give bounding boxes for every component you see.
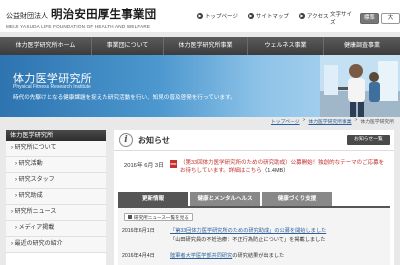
- news-title: お知らせ: [138, 136, 170, 145]
- top-link-sitemap[interactable]: ▶ サイトマップ: [247, 12, 289, 20]
- news-archive-button[interactable]: 研究所ニュース一覧を見る: [124, 213, 193, 221]
- news-archive-label: 研究所ニュース一覧を見る: [134, 214, 189, 220]
- arrow-right-icon: ▶: [197, 13, 203, 19]
- top-link-label: アクセス: [306, 14, 329, 20]
- info-icon: i: [119, 133, 133, 147]
- top-link-access[interactable]: ▶ アクセス: [298, 12, 329, 20]
- global-nav: 体力医学研究所ホーム 事業団について 体力医学研究所事業 ウェルネス事業 健康調…: [0, 37, 400, 55]
- breadcrumb-separator: >: [302, 118, 306, 123]
- main-content: i お知らせ お知らせ一覧 2016年 6月 3日 PDF （第33回体力医学研…: [114, 130, 394, 265]
- sidebar-item-about[interactable]: › 研究所について: [6, 141, 106, 157]
- sidebar-item-staff[interactable]: › 研究スタッフ: [6, 173, 106, 189]
- sidebar-item-media[interactable]: › メディア掲載: [6, 221, 106, 237]
- sidebar-item-label: 研究所ニュース: [14, 209, 57, 215]
- sidebar-item-research[interactable]: › 研究活動: [6, 157, 106, 173]
- featured-date: 2016年 6月 3日: [124, 163, 164, 169]
- font-size-large-button[interactable]: 大: [380, 12, 400, 24]
- top-link-label: サイトマップ: [255, 14, 289, 20]
- news-row-date: 2016年6月1日: [122, 228, 155, 234]
- tab-panel-updates: 研究所ニュース一覧を見る 2016年6月1日 「第33回体力医学研究所のための研…: [118, 208, 390, 265]
- pdf-icon: PDF: [170, 160, 177, 168]
- news-tabs: 更新情報 健康とメンタルヘルス 健康づくり支援: [114, 192, 394, 206]
- nav-item-about[interactable]: 事業団について: [92, 37, 164, 55]
- sidebar-item-grants[interactable]: › 研究助成: [6, 189, 106, 205]
- news-row-link[interactable]: 陸軍者大学医学部共同研究: [170, 253, 232, 259]
- news-list-button[interactable]: お知らせ一覧: [347, 135, 390, 145]
- news-row-sub-link[interactable]: 「山田研究員の不妊治療：不正行為防止について」: [170, 237, 289, 243]
- font-size-switcher: 文字サイズ 標準 大: [330, 10, 400, 26]
- news-row-tail: の研究結果が出ました: [232, 253, 285, 259]
- breadcrumb-separator: >: [354, 118, 358, 123]
- site-logo[interactable]: 公益財団法人 明治安田厚生事業団 MEIJI YASUDA LIFE FOUND…: [6, 6, 156, 29]
- breadcrumb-item-current: 体力医学研究所: [360, 120, 394, 125]
- top-link-home[interactable]: ▶ トップページ: [197, 12, 238, 20]
- logo-english-name: MEIJI YASUDA LIFE FOUNDATION OF HEALTH A…: [6, 24, 151, 29]
- sidebar-item-label: メディア掲載: [18, 225, 55, 231]
- breadcrumb: トップページ > 体力医学研究所事業 > 体力医学研究所: [0, 117, 400, 127]
- font-size-standard-button[interactable]: 標準: [359, 12, 379, 24]
- nav-item-institute-home[interactable]: 体力医学研究所ホーム: [0, 37, 92, 55]
- news-header: i お知らせ お知らせ一覧: [114, 130, 394, 151]
- breadcrumb-item-home[interactable]: トップページ: [271, 118, 300, 125]
- nav-item-wellness[interactable]: ウェルネス事業: [248, 37, 324, 55]
- featured-link[interactable]: （第33回体力医学研究所のための研究助成）公募開始！独創的なテーマのご応募をお待…: [180, 160, 388, 175]
- hero-banner: 体力医学研究所 Physical Fitness Research Instit…: [0, 55, 400, 117]
- tab-updates[interactable]: 更新情報: [118, 192, 188, 206]
- breadcrumb-item-business[interactable]: 体力医学研究所事業: [308, 118, 351, 125]
- sidebar-item-recent-research[interactable]: › 最近の研究の紹介: [6, 237, 106, 253]
- site-header: 公益財団法人 明治安田厚生事業団 MEIJI YASUDA LIFE FOUND…: [0, 0, 400, 32]
- sidebar-item-label: 研究活動: [18, 161, 43, 167]
- list-icon: [128, 215, 132, 219]
- news-row-date: 2016年4月4日: [122, 253, 155, 259]
- sidebar-item-label: 最近の研究の紹介: [14, 241, 63, 247]
- hero-photo: [320, 55, 400, 117]
- sidebar-item-label: 研究スタッフ: [18, 177, 55, 183]
- logo-corp-type: 公益財団法人: [6, 13, 48, 20]
- tab-health-mental[interactable]: 健康とメンタルヘルス: [190, 192, 260, 206]
- news-row-link[interactable]: 「第33回体力医学研究所のための研究助成」の公募を開始しました: [170, 228, 326, 234]
- logo-name: 明治安田厚生事業団: [51, 7, 157, 21]
- hero-subtitle: Physical Fitness Research Institute: [13, 84, 91, 90]
- sidebar-item-label: 研究助成: [18, 193, 43, 199]
- font-size-label: 文字サイズ: [330, 12, 353, 26]
- news-row-sub-tail: を掲載しました: [289, 237, 326, 243]
- sidebar-item-label: 研究所について: [14, 145, 57, 151]
- sidebar-heading[interactable]: 体力医学研究所: [6, 130, 106, 141]
- hero-description: 時代の先駆けとなる健康課題を捉えた研究活動を行い、知見の普及啓発を行っています。: [13, 95, 236, 101]
- arrow-right-icon: ▶: [247, 13, 254, 19]
- arrow-right-icon: ▶: [298, 13, 305, 19]
- utility-links: ▶ トップページ ▶ サイトマップ ▶ アクセス: [197, 12, 329, 20]
- featured-file-size: （1.4MB）: [261, 167, 289, 174]
- sidebar: 体力医学研究所 › 研究所について › 研究活動 › 研究スタッフ › 研究助成…: [6, 130, 106, 265]
- nav-item-institute-business[interactable]: 体力医学研究所事業: [164, 37, 248, 55]
- top-link-label: トップページ: [205, 14, 238, 20]
- tab-health-support[interactable]: 健康づくり支援: [262, 192, 332, 206]
- nav-item-health-survey[interactable]: 健康調査事業: [324, 37, 400, 55]
- sidebar-item-news[interactable]: › 研究所ニュース: [6, 205, 106, 221]
